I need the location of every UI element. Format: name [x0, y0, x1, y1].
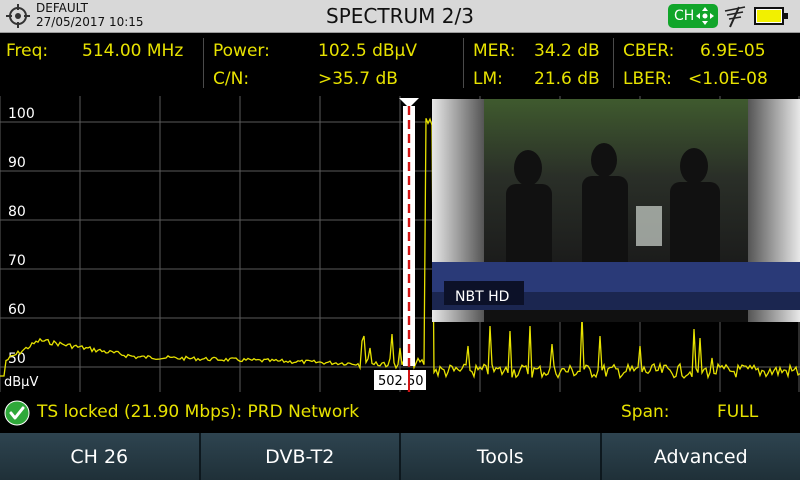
divider [613, 38, 614, 88]
softkey-advanced[interactable]: Advanced [601, 433, 800, 480]
softkey-channel[interactable]: CH 26 [0, 433, 201, 480]
cber-label: CBER: [623, 41, 675, 61]
check-circle-icon [4, 400, 30, 426]
cn-value: >35.7 dB [318, 69, 398, 89]
freq-value: 514.00 MHz [82, 41, 184, 61]
y-tick-label: 100 [8, 106, 35, 122]
divider [203, 38, 204, 88]
cn-label: C/N: [213, 69, 250, 89]
unit-label: dBµV [4, 375, 38, 390]
span-value: FULL [717, 402, 759, 422]
lm-label: LM: [473, 69, 503, 89]
preview-channel-name: NBT HD [455, 289, 509, 305]
marker-frequency-label: 502.50 [378, 374, 424, 389]
measurement-panel: Freq: 514.00 MHz Power: 102.5 dBµV C/N: … [0, 34, 800, 92]
mer-value: 34.2 dB [534, 41, 600, 61]
lm-value: 21.6 dB [534, 69, 600, 89]
softkey-tools[interactable]: Tools [401, 433, 602, 480]
lock-status-text: TS locked (21.90 Mbps): PRD Network [37, 402, 360, 422]
softkey-bar: CH 26 DVB-T2 Tools Advanced [0, 433, 800, 480]
y-tick-label: 80 [8, 204, 26, 220]
power-value: 102.5 dBµV [318, 41, 417, 61]
channel-mode-badge[interactable]: CH [668, 4, 718, 28]
lber-label: LBER: [623, 69, 672, 89]
channel-badge-label: CH [674, 8, 695, 24]
mer-label: MER: [473, 41, 516, 61]
cber-value: 6.9E-05 [700, 41, 766, 61]
dpad-icon [696, 7, 714, 25]
antenna-icon [724, 6, 746, 28]
y-tick-label: 90 [8, 155, 26, 171]
battery-icon [754, 7, 788, 25]
divider [463, 38, 464, 88]
status-bar: TS locked (21.90 Mbps): PRD Network Span… [0, 398, 800, 428]
span-label: Span: [621, 402, 670, 422]
softkey-standard[interactable]: DVB-T2 [200, 433, 401, 480]
y-tick-label: 70 [8, 253, 26, 269]
lber-value: <1.0E-08 [688, 69, 768, 89]
title-bar: DEFAULT 27/05/2017 10:15 SPECTRUM 2/3 CH [0, 0, 800, 33]
y-tick-label: 60 [8, 302, 26, 318]
video-preview[interactable]: NBT HD [432, 99, 800, 322]
spectrum-plot[interactable]: 1009080706050 dBµV NBT HD 502.50 [0, 96, 800, 392]
freq-label: Freq: [6, 41, 49, 61]
y-axis-ticks: 1009080706050 [8, 106, 35, 367]
power-label: Power: [213, 41, 270, 61]
